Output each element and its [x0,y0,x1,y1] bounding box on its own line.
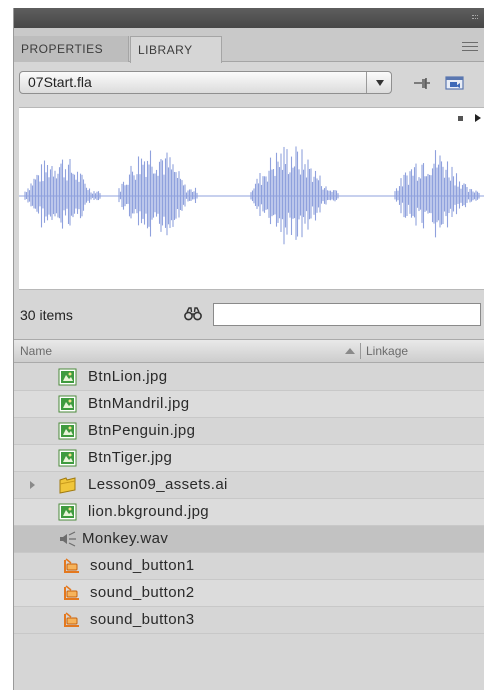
tab-library[interactable]: LIBRARY [130,36,222,63]
list-item[interactable]: BtnTiger.jpg [14,445,484,472]
bitmap-icon [58,422,77,440]
list-item[interactable]: lion.bkground.jpg [14,499,484,526]
document-select[interactable]: 07Start.fla [19,71,392,94]
item-label: BtnPenguin.jpg [88,422,196,439]
sound-preview [19,107,484,290]
panel-title-bar[interactable] [14,8,484,28]
new-library-panel-icon[interactable] [444,74,466,92]
column-name[interactable]: Name [20,344,52,358]
list-item[interactable]: BtnMandril.jpg [14,391,484,418]
play-icon[interactable] [475,114,481,122]
item-label: BtnTiger.jpg [88,449,173,466]
chevron-down-icon [376,80,384,86]
item-label: Lesson09_assets.ai [88,476,228,493]
count-row: 30 items [14,300,484,330]
document-select-value: 07Start.fla [28,74,92,90]
item-label: sound_button3 [90,611,195,628]
pin-library-icon[interactable] [411,74,433,92]
search-input[interactable] [213,303,481,326]
list-item[interactable]: sound_button2 [14,580,484,607]
stop-icon[interactable] [458,116,463,121]
item-label: BtnMandril.jpg [88,395,190,412]
item-label: sound_button2 [90,584,195,601]
document-row: 07Start.fla [14,62,484,99]
button-symbol-icon [64,558,79,573]
expand-arrow-icon[interactable] [30,481,35,489]
item-label: lion.bkground.jpg [88,503,210,520]
tab-properties[interactable]: PROPERTIES [14,36,129,62]
bitmap-icon [58,395,77,413]
folder-icon [59,477,76,494]
column-linkage[interactable]: Linkage [366,344,408,358]
waveform [19,146,484,245]
button-symbol-icon [64,585,79,600]
item-label: sound_button1 [90,557,195,574]
binoculars-icon [184,307,202,321]
grip-icon[interactable] [472,15,478,19]
bitmap-icon [58,368,77,386]
panel-menu-icon[interactable] [462,42,478,52]
list-item[interactable]: sound_button3 [14,607,484,634]
list-item[interactable]: BtnLion.jpg [14,364,484,391]
bitmap-icon [58,449,77,467]
bitmap-icon [58,503,77,521]
sort-ascending-icon[interactable] [345,348,355,354]
item-label: BtnLion.jpg [88,368,168,385]
library-panel: PROPERTIES LIBRARY 07Start.fla 30 items … [13,8,484,690]
item-label: Monkey.wav [82,530,169,547]
list-item[interactable]: Lesson09_assets.ai [14,472,484,499]
column-header: Name Linkage [14,339,484,363]
panel-tabs: PROPERTIES LIBRARY [14,28,484,63]
list-item[interactable]: sound_button1 [14,553,484,580]
sound-icon [60,531,76,547]
library-list: BtnLion.jpg BtnMandril.jpg BtnPenguin.jp… [14,364,484,634]
list-item[interactable]: BtnPenguin.jpg [14,418,484,445]
item-count: 30 items [20,307,73,323]
list-item[interactable]: Monkey.wav [14,526,484,553]
button-symbol-icon [64,612,79,627]
